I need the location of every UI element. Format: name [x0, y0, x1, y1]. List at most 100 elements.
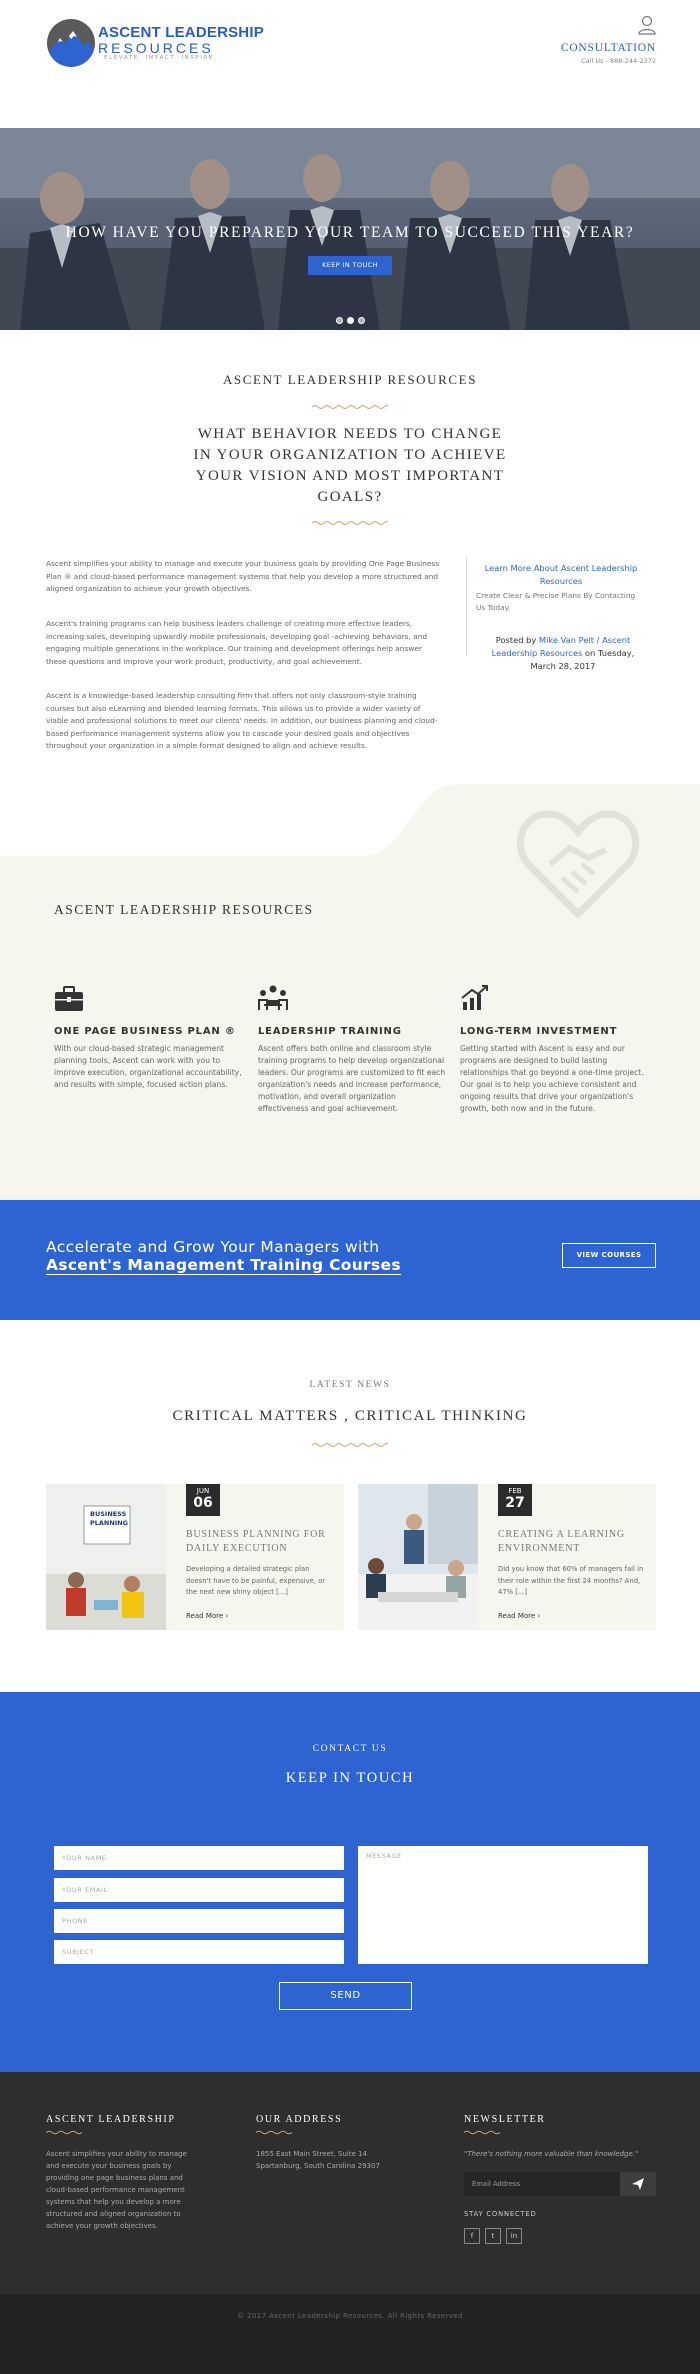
address-line: 1855 East Main Street, Suite 14	[256, 2150, 368, 2158]
post-meta: Posted by Mike Van Pelt / Ascent Leaders…	[478, 634, 648, 673]
office-meeting-photo	[358, 1484, 478, 1630]
divider-wave	[312, 1443, 388, 1447]
news-kicker: LATEST NEWS	[309, 1380, 391, 1390]
intro-question-line: YOUR VISION AND MOST IMPORTANT	[195, 468, 505, 484]
contact-heading: KEEP IN TOUCH	[285, 1770, 415, 1786]
send-button[interactable]: SEND	[279, 1982, 412, 2010]
photo-caption: BUSINESS PLANNING	[90, 1510, 128, 1528]
contact-kicker: CONTACT US	[312, 1744, 388, 1754]
feature-text: Getting started with Ascent is easy and …	[460, 1044, 644, 1113]
business-planning-photo	[46, 1484, 166, 1630]
copyright-bar	[0, 2294, 700, 2374]
keep-in-touch-button[interactable]: KEEP IN TOUCH	[308, 256, 392, 275]
twitter-icon[interactable]: t	[485, 2228, 501, 2244]
footer-col1-title: ASCENT LEADERSHIP	[46, 2114, 176, 2125]
user-icon[interactable]	[636, 14, 658, 36]
news-card-title[interactable]: CREATING A LEARNING ENVIRONMENT	[498, 1528, 648, 1556]
newsletter-email-input[interactable]: Email Address	[464, 2172, 620, 2196]
logo-icon[interactable]	[46, 18, 96, 68]
intro-question: WHAT BEHAVIOR NEEDS TO CHANGE IN YOUR OR…	[0, 424, 700, 508]
news-card-title-line: DAILY EXECUTION	[186, 1543, 288, 1554]
features-heading: ASCENT LEADERSHIP RESOURCES	[54, 902, 314, 917]
read-more-link[interactable]: Read More ›	[186, 1612, 228, 1620]
brand-name[interactable]: ASCENT LEADERSHIP	[98, 24, 264, 41]
divider-wave	[312, 521, 388, 525]
slider-dot-1[interactable]	[336, 317, 343, 324]
news-card-title-line: ENVIRONMENT	[498, 1543, 581, 1554]
photo-caption-line: BUSINESS	[90, 1510, 127, 1518]
brand-name-sub[interactable]: RESOURCES	[98, 40, 214, 56]
feature-text: With our cloud-based strategic managemen…	[54, 1044, 242, 1089]
footer-col2-title: OUR ADDRESS	[256, 2114, 343, 2125]
newsletter-submit-button[interactable]	[620, 2172, 656, 2196]
footer-col3-title: NEWSLETTER	[464, 2114, 546, 2125]
facebook-icon[interactable]: f	[464, 2228, 480, 2244]
news-card[interactable]: FEB 27 CREATING A LEARNING ENVIRONMENT D…	[358, 1484, 656, 1630]
intro-question-line: WHAT BEHAVIOR NEEDS TO CHANGE	[197, 426, 503, 442]
aside-divider	[466, 556, 467, 656]
cta-line-1: Accelerate and Grow Your Managers with	[46, 1238, 380, 1256]
address-line: Spartanburg, South Carolina 29307	[256, 2162, 380, 2170]
intro-heading: ASCENT LEADERSHIP RESOURCES	[222, 372, 478, 387]
footer-divider-wave	[256, 2130, 292, 2135]
news-date-badge: JUN 06	[186, 1484, 220, 1516]
intro-question-line: IN YOUR ORGANIZATION TO ACHIEVE	[193, 447, 507, 463]
news-card-title-line: CREATING A LEARNING	[498, 1529, 625, 1540]
subject-field[interactable]: SUBJECT	[54, 1940, 344, 1964]
slider-dot-2[interactable]	[347, 317, 354, 324]
divider-wave	[312, 405, 388, 409]
photo-caption-line: PLANNING	[90, 1519, 129, 1527]
stay-connected-label: STAY CONNECTED	[464, 2210, 537, 2218]
view-courses-button[interactable]: VIEW COURSES	[562, 1243, 656, 1268]
date-month: FEB	[508, 1487, 522, 1495]
news-card-excerpt: Did you know that 60% of managers fail i…	[498, 1565, 644, 1596]
news-card-title-line: BUSINESS PLANNING FOR	[186, 1529, 326, 1540]
name-field[interactable]: YOUR NAME	[54, 1846, 344, 1870]
footer-address: 1855 East Main Street, Suite 14 Spartanb…	[256, 2148, 406, 2172]
feature-title: LONG-TERM INVESTMENT	[460, 1026, 618, 1037]
briefcase-icon	[55, 986, 83, 1011]
slider-dot-3[interactable]	[358, 317, 365, 324]
email-field[interactable]: YOUR EMAIL	[54, 1878, 344, 1902]
news-card-title[interactable]: BUSINESS PLANNING FOR DAILY EXECUTION	[186, 1528, 336, 1556]
site-header: ASCENT LEADERSHIP RESOURCES ELEVATE. IMP…	[0, 0, 700, 128]
news-card[interactable]: BUSINESS PLANNING JUN 06 BUSINESS PLANNI…	[46, 1484, 344, 1630]
message-field[interactable]: MESSAGE	[358, 1846, 648, 1964]
news-card-image[interactable]	[358, 1484, 478, 1630]
intro-paragraph-2: Ascent's training programs can help busi…	[46, 619, 428, 666]
read-more-link[interactable]: Read More ›	[498, 1612, 540, 1620]
footer-about-text: Ascent simplifies your ability to manage…	[46, 2150, 187, 2230]
on-label: on	[584, 648, 596, 658]
news-heading: CRITICAL MATTERS , CRITICAL THINKING	[172, 1408, 528, 1424]
feature-title: ONE PAGE BUSINESS PLAN ®	[54, 1026, 236, 1037]
team-icon	[258, 985, 288, 1010]
linkedin-icon[interactable]: in	[506, 2228, 522, 2244]
copyright-text: © 2017 Ascent Leadership Resources. All …	[237, 2312, 463, 2320]
date-day: 27	[505, 1495, 525, 1511]
phone-field[interactable]: PHONE	[54, 1909, 344, 1933]
growth-chart-icon	[461, 985, 488, 1010]
feature-title: LEADERSHIP TRAINING	[258, 1026, 402, 1037]
feature-text: Ascent offers both online and classroom …	[258, 1044, 446, 1113]
handshake-heart-icon	[516, 810, 640, 919]
learn-more-link[interactable]: Learn More About Ascent Leadership Resou…	[476, 562, 646, 588]
brand-tagline: ELEVATE. IMPACT. INSPIRE	[104, 55, 214, 61]
call-us-text[interactable]: Call Us - 888-244-2372	[581, 57, 656, 65]
date-month: JUN	[196, 1487, 210, 1495]
consultation-link[interactable]: CONSULTATION	[561, 42, 656, 54]
news-date-badge: FEB 27	[498, 1484, 532, 1516]
intro-paragraph-1: Ascent simplifies your ability to manage…	[46, 559, 440, 593]
hero-title: HOW HAVE YOU PREPARED YOUR TEAM TO SUCCE…	[65, 224, 635, 241]
news-card-image[interactable]: BUSINESS PLANNING	[46, 1484, 166, 1630]
aside-subtext: Create Clear & Precise Plans By Contacti…	[476, 591, 636, 612]
posted-by-label: Posted by	[495, 635, 537, 645]
footer-divider-wave	[464, 2130, 500, 2135]
cta-line-2: Ascent's Management Training Courses	[46, 1256, 401, 1275]
newsletter-quote: "There's nothing more valuable than know…	[464, 2150, 639, 2158]
news-card-excerpt: Developing a detailed strategic plan doe…	[186, 1565, 326, 1596]
hero-slider: HOW HAVE YOU PREPARED YOUR TEAM TO SUCCE…	[0, 128, 700, 330]
send-icon	[632, 2178, 644, 2190]
date-day: 06	[193, 1495, 213, 1511]
intro-question-line: GOALS?	[317, 489, 383, 505]
footer-divider-wave	[46, 2130, 82, 2135]
